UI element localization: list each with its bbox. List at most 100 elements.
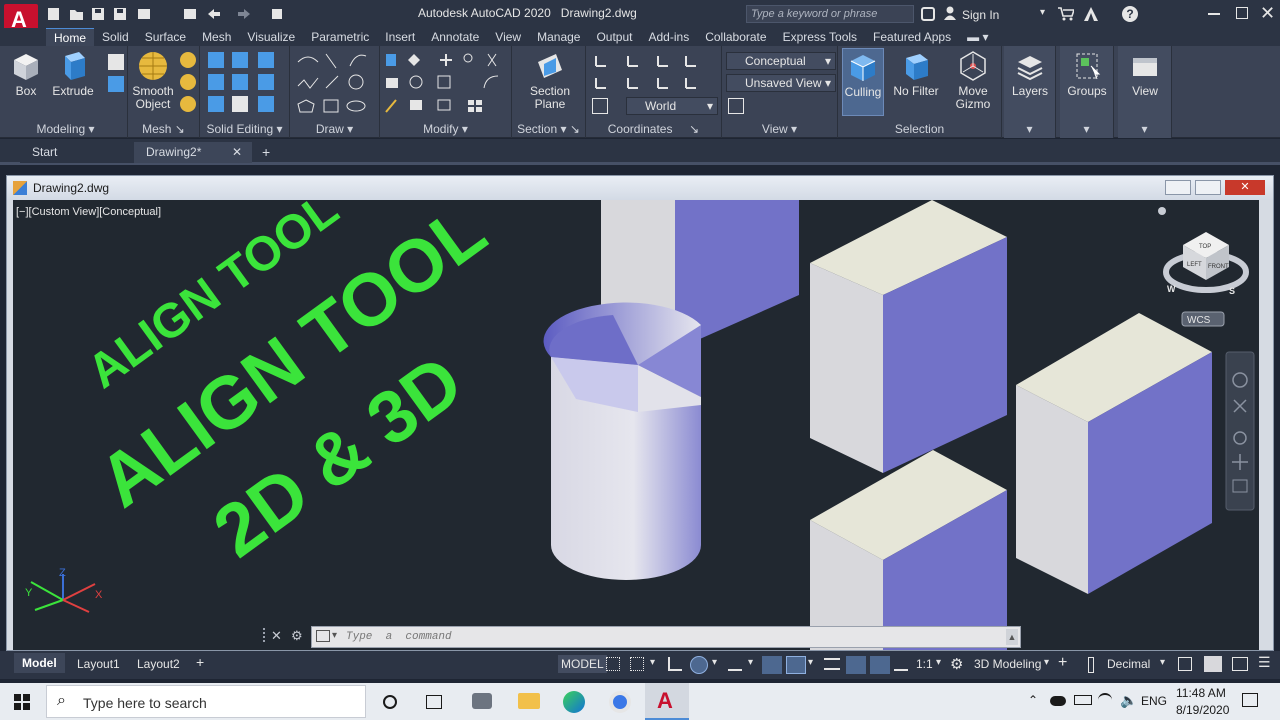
- workspace-switch[interactable]: 3D Modeling: [974, 657, 1041, 671]
- home-view-icon[interactable]: [1158, 207, 1166, 215]
- clean-screen-icon[interactable]: [1232, 657, 1248, 671]
- tab-solid[interactable]: Solid: [94, 28, 137, 46]
- drawing2-tab[interactable]: Drawing2* ✕: [134, 142, 252, 163]
- edge-browser-icon[interactable]: [563, 691, 585, 713]
- ucs-world-dropdown[interactable]: World ▾: [626, 97, 718, 115]
- ucs-tools-icons[interactable]: [592, 52, 712, 92]
- autocad-taskbar-icon[interactable]: A: [645, 683, 689, 720]
- command-line-grip-icon[interactable]: [263, 628, 267, 642]
- workspace-dropdown-icon[interactable]: ▾: [1044, 657, 1049, 668]
- autodesk-a360-icon[interactable]: [1084, 7, 1098, 21]
- polysolid-icon[interactable]: [108, 54, 124, 70]
- command-history-icon[interactable]: [316, 630, 330, 642]
- layout-tab-model[interactable]: Model: [14, 653, 65, 673]
- battery-icon[interactable]: [1074, 695, 1092, 705]
- polar-tracking-icon[interactable]: [690, 656, 708, 674]
- command-line-close-icon[interactable]: ✕: [271, 628, 282, 644]
- visual-style-dropdown[interactable]: Conceptual ▾: [726, 52, 836, 70]
- draw-tools-icons[interactable]: [296, 52, 376, 114]
- show-hidden-icons[interactable]: ⌃: [1028, 693, 1038, 707]
- add-icon[interactable]: +: [1058, 654, 1067, 672]
- isolate-objects-icon[interactable]: [1204, 656, 1222, 672]
- command-recent-icon[interactable]: ▲: [1006, 629, 1018, 645]
- tab-surface[interactable]: Surface: [137, 28, 194, 46]
- mesh-smooth-less-icon[interactable]: [180, 74, 196, 90]
- wcs-menu-button[interactable]: WCS: [1181, 311, 1225, 327]
- modeling-panel-title[interactable]: Modeling ▾: [4, 122, 127, 136]
- maximize-window-button[interactable]: [1236, 7, 1248, 19]
- drawing-close-button[interactable]: ✕: [1225, 180, 1265, 195]
- section-panel-title[interactable]: Section ▾ ↘: [512, 122, 585, 136]
- redo-icon[interactable]: [238, 9, 250, 19]
- units-value[interactable]: Decimal: [1107, 657, 1150, 671]
- view-panel-title[interactable]: View ▾: [722, 122, 837, 136]
- new-tab-button[interactable]: +: [256, 142, 278, 163]
- object-snap-tracking-icon[interactable]: [762, 656, 782, 674]
- tab-view[interactable]: View: [487, 28, 529, 46]
- move-gizmo-button[interactable]: Move Gizmo: [948, 50, 998, 111]
- isodraft-dropdown-icon[interactable]: ▾: [748, 657, 753, 668]
- annotation-scale-value[interactable]: 1:1: [916, 657, 933, 671]
- auto-scale-icon[interactable]: [870, 656, 890, 674]
- lineweight-icon[interactable]: [824, 658, 840, 670]
- ribbon-minimize-icon[interactable]: ▬ ▾: [959, 28, 996, 46]
- object-snap-icon[interactable]: [786, 656, 806, 674]
- command-line-settings-icon[interactable]: ⚙: [291, 628, 303, 644]
- taskbar-search-box[interactable]: ⌕ Type here to search: [46, 685, 366, 718]
- taskbar-clock-time[interactable]: 11:48 AM: [1176, 686, 1226, 700]
- chrome-browser-icon[interactable]: [609, 691, 631, 713]
- modify-panel-title[interactable]: Modify ▾: [380, 122, 511, 136]
- start-tab[interactable]: Start: [20, 142, 134, 163]
- navigation-bar[interactable]: [1225, 351, 1255, 511]
- new-file-icon[interactable]: [48, 8, 59, 20]
- close-window-button[interactable]: ✕: [1260, 3, 1275, 24]
- union-icon[interactable]: [208, 52, 224, 68]
- annotation-scale-icon[interactable]: [894, 657, 908, 671]
- box-button[interactable]: Box: [6, 50, 46, 98]
- undo-icon[interactable]: [208, 9, 220, 19]
- tab-collaborate[interactable]: Collaborate: [697, 28, 774, 46]
- search-box[interactable]: Type a keyword or phrase: [746, 5, 914, 23]
- tab-featured-apps[interactable]: Featured Apps: [865, 28, 959, 46]
- groups-panel[interactable]: Groups ▾: [1060, 46, 1114, 138]
- units-icon[interactable]: [1088, 657, 1094, 673]
- extrude-button[interactable]: Extrude: [52, 50, 94, 98]
- workspace-gear-icon[interactable]: ⚙: [950, 655, 963, 673]
- minimize-window-button[interactable]: [1208, 13, 1220, 15]
- separate-icon[interactable]: [258, 52, 274, 68]
- task-view-icon[interactable]: [426, 695, 442, 709]
- share-icon[interactable]: [272, 9, 282, 19]
- model-space-button[interactable]: MODEL: [558, 655, 607, 673]
- mesh-panel-title[interactable]: Mesh ↘: [128, 122, 199, 136]
- help-icon[interactable]: ?: [1122, 6, 1138, 22]
- shell-icon[interactable]: [232, 96, 248, 112]
- mesh-refine-icon[interactable]: [180, 96, 196, 112]
- tab-manage[interactable]: Manage: [529, 28, 588, 46]
- tab-parametric[interactable]: Parametric: [303, 28, 377, 46]
- object-snap-dropdown-icon[interactable]: ▾: [808, 657, 813, 668]
- saved-view-dropdown[interactable]: Unsaved View ▾: [726, 74, 836, 92]
- tab-express-tools[interactable]: Express Tools: [775, 28, 865, 46]
- smooth-object-button[interactable]: Smooth Object: [130, 50, 176, 111]
- customization-menu-icon[interactable]: ☰: [1258, 654, 1271, 671]
- language-indicator[interactable]: ENG: [1141, 694, 1167, 708]
- windows-start-icon[interactable]: [14, 694, 30, 710]
- snap-dropdown-icon[interactable]: ▾: [650, 657, 655, 668]
- taskbar-clock-date[interactable]: 8/19/2020: [1176, 703, 1229, 717]
- culling-button[interactable]: Culling: [842, 48, 884, 116]
- presspull-icon[interactable]: [108, 76, 124, 92]
- tab-insert[interactable]: Insert: [377, 28, 423, 46]
- view-expand-icon[interactable]: ▾: [1118, 122, 1171, 136]
- layers-button[interactable]: Layers: [1008, 50, 1052, 98]
- coordinates-panel-title[interactable]: Coordinates ↘: [586, 122, 721, 136]
- close-tab-icon[interactable]: ✕: [232, 142, 242, 163]
- scale-dropdown-icon[interactable]: ▾: [936, 657, 941, 668]
- notifications-icon[interactable]: [1242, 693, 1258, 707]
- polar-dropdown-icon[interactable]: ▾: [712, 657, 717, 668]
- sign-in-button[interactable]: Sign In: [962, 8, 999, 22]
- box-solid-lower[interactable]: [810, 450, 1007, 650]
- tab-output[interactable]: Output: [588, 28, 640, 46]
- viewcube[interactable]: TOP LEFT FRONT W S: [1158, 207, 1249, 296]
- binoculars-icon[interactable]: [921, 7, 935, 21]
- isodraft-icon[interactable]: [728, 657, 742, 671]
